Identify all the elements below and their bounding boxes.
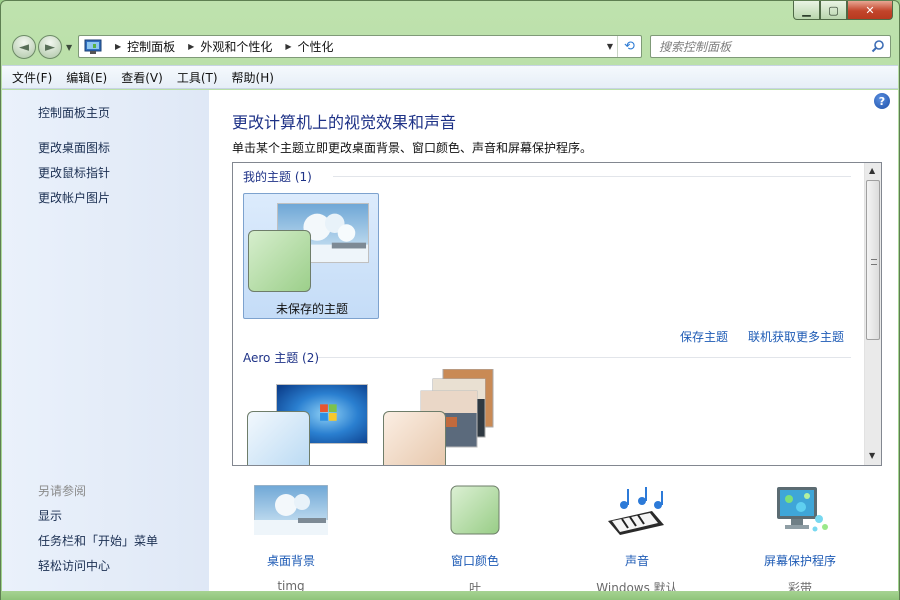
breadcrumb-item[interactable]: ▶ 外观和个性化 — [180, 38, 272, 55]
breadcrumb-separator-icon[interactable]: ▶ — [188, 42, 194, 51]
scroll-grip-icon — [871, 259, 877, 265]
breadcrumb-separator-icon[interactable]: ▶ — [115, 42, 121, 51]
window-color-icon — [450, 485, 500, 535]
personalization-window: ▁ ▢ ✕ ◄ ► ▼ ▶ 控制面板 ▶ 外观和个性化 ▶ 个性化 ▼ ⟲ 搜索… — [0, 0, 900, 600]
forward-button[interactable]: ► — [38, 35, 62, 59]
menu-edit[interactable]: 编辑(E) — [66, 69, 107, 86]
refresh-button[interactable]: ⟲ — [617, 36, 641, 57]
change-desktop-icons-link[interactable]: 更改桌面图标 — [38, 139, 110, 156]
see-also-heading: 另请参阅 — [38, 484, 87, 498]
sound-icon — [608, 487, 664, 535]
caption-buttons: ▁ ▢ ✕ — [793, 1, 893, 20]
theme-color-swatch — [248, 230, 311, 292]
screensaver-label[interactable]: 屏幕保护程序 — [730, 552, 870, 569]
scroll-up-icon[interactable]: ▲ — [869, 166, 875, 175]
refresh-icon: ⟲ — [624, 39, 635, 54]
back-arrow-icon: ◄ — [19, 39, 29, 55]
window-bottom-frame — [1, 591, 899, 600]
menu-help[interactable]: 帮助(H) — [232, 69, 274, 86]
desktop-background-icon — [253, 484, 329, 536]
control-panel-icon — [84, 39, 102, 54]
back-button[interactable]: ◄ — [12, 35, 36, 59]
desktop-background-label[interactable]: 桌面背景 — [221, 552, 361, 569]
forward-arrow-icon: ► — [45, 39, 55, 55]
minimize-button[interactable]: ▁ — [793, 1, 820, 20]
breadcrumb-personalization[interactable]: 个性化 — [298, 38, 334, 55]
breadcrumb-appearance[interactable]: 外观和个性化 — [200, 38, 272, 55]
breadcrumb-item[interactable]: ▶ 控制面板 — [107, 38, 175, 55]
search-icon[interactable] — [871, 39, 885, 53]
close-button[interactable]: ✕ — [847, 1, 893, 20]
window-color-setting[interactable]: 窗口颜色 叶 — [405, 485, 545, 596]
get-more-themes-online-link[interactable]: 联机获取更多主题 — [748, 328, 844, 345]
theme-name-label: 未保存的主题 — [275, 302, 348, 316]
aero-themes-heading: Aero 主题 (2) — [243, 351, 320, 365]
search-box[interactable] — [650, 35, 891, 58]
menu-view[interactable]: 查看(V) — [121, 69, 163, 86]
address-bar[interactable]: ▶ 控制面板 ▶ 外观和个性化 ▶ 个性化 ▼ ⟲ — [78, 35, 642, 58]
ease-of-access-link[interactable]: 轻松访问中心 — [38, 557, 110, 574]
main-content: ? 更改计算机上的视觉效果和声音 单击某个主题立即更改桌面背景、窗口颜色、声音和… — [209, 90, 898, 595]
breadcrumb-separator-icon[interactable]: ▶ — [285, 42, 291, 51]
theme-color-swatch — [247, 411, 310, 465]
group-divider — [318, 357, 851, 358]
scrollbar-thumb[interactable] — [866, 180, 880, 340]
theme-landscapes[interactable] — [379, 369, 515, 465]
taskbar-start-menu-link[interactable]: 任务栏和「开始」菜单 — [38, 532, 158, 549]
breadcrumb-control-panel[interactable]: 控制面板 — [127, 38, 175, 55]
screensaver-icon — [777, 487, 828, 532]
theme-list: 我的主题 (1) 未保存的主题 保存主题 联机获取更多主题 Aero 主题 (2… — [232, 162, 882, 466]
theme-color-swatch — [383, 411, 446, 465]
save-theme-link[interactable]: 保存主题 — [680, 328, 728, 345]
theme-list-scrollbar[interactable]: ▲ ▼ — [864, 163, 881, 465]
theme-unsaved[interactable]: 未保存的主题 — [243, 193, 379, 319]
menu-tools[interactable]: 工具(T) — [177, 69, 218, 86]
breadcrumb-item[interactable]: ▶ 个性化 — [277, 38, 333, 55]
control-panel-home-link[interactable]: 控制面板主页 — [38, 104, 110, 121]
page-title: 更改计算机上的视觉效果和声音 — [232, 113, 457, 132]
change-account-picture-link[interactable]: 更改帐户图片 — [38, 189, 110, 206]
recent-pages-dropdown[interactable]: ▼ — [66, 43, 72, 52]
window-color-label[interactable]: 窗口颜色 — [405, 552, 545, 569]
address-dropdown-icon[interactable]: ▼ — [607, 42, 613, 51]
menu-file[interactable]: 文件(F) — [12, 69, 52, 86]
display-link[interactable]: 显示 — [38, 507, 62, 524]
page-description: 单击某个主题立即更改桌面背景、窗口颜色、声音和屏幕保护程序。 — [232, 141, 593, 155]
my-themes-heading: 我的主题 (1) — [243, 170, 312, 184]
left-task-pane: 控制面板主页 更改桌面图标 更改鼠标指针 更改帐户图片 另请参阅 显示 任务栏和… — [2, 90, 209, 591]
search-input[interactable] — [659, 36, 869, 57]
menu-bar: 文件(F) 编辑(E) 查看(V) 工具(T) 帮助(H) — [2, 65, 898, 89]
screensaver-setting[interactable]: 屏幕保护程序 彩带 — [730, 485, 870, 596]
scroll-down-icon[interactable]: ▼ — [869, 451, 875, 460]
desktop-background-setting[interactable]: 桌面背景 timg — [221, 484, 361, 593]
sounds-setting[interactable]: 声音 Windows 默认 — [567, 485, 707, 596]
change-mouse-pointers-link[interactable]: 更改鼠标指针 — [38, 164, 110, 181]
group-divider — [333, 176, 851, 177]
help-icon[interactable]: ? — [874, 93, 890, 109]
sounds-label[interactable]: 声音 — [567, 552, 707, 569]
theme-windows-7[interactable] — [243, 375, 379, 465]
maximize-button[interactable]: ▢ — [820, 1, 847, 20]
